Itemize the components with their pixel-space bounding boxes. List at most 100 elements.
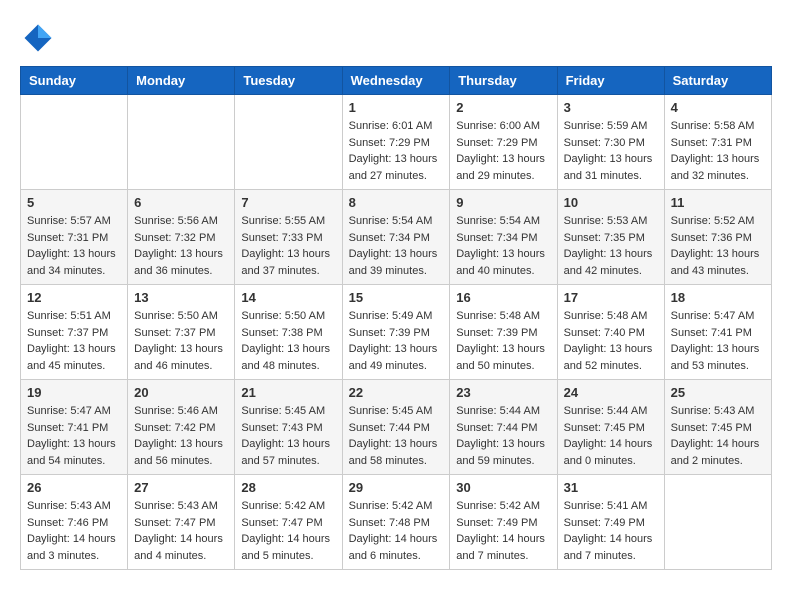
day-number: 2 [456,100,550,115]
cell-content: Sunrise: 5:47 AMSunset: 7:41 PMDaylight:… [27,403,121,469]
cell-content: Sunrise: 5:45 AMSunset: 7:43 PMDaylight:… [241,403,335,469]
day-number: 27 [134,480,228,495]
weekday-header: Sunday [21,67,128,95]
calendar-cell: 12Sunrise: 5:51 AMSunset: 7:37 PMDayligh… [21,285,128,380]
day-number: 16 [456,290,550,305]
page-header [20,20,772,56]
calendar-cell: 19 Sunrise: 5:47 AMSunset: 7:41 PMDayligh… [21,380,128,475]
logo [20,20,62,56]
day-number: 4 [671,100,765,115]
cell-content: Sunrise: 5:43 AMSunset: 7:45 PMDaylight:… [671,403,765,469]
calendar-cell: 23 Sunrise: 5:44 AMSunset: 7:44 PMDayligh… [450,380,557,475]
calendar-week-row: 12Sunrise: 5:51 AMSunset: 7:37 PMDayligh… [21,285,772,380]
calendar-cell: 28Sunrise: 5:42 AMSunset: 7:47 PMDayligh… [235,475,342,570]
calendar-cell [128,95,235,190]
weekday-header: Thursday [450,67,557,95]
day-number: 28 [241,480,335,495]
cell-content: Sunrise: 5:43 AMSunset: 7:46 PMDaylight:… [27,498,121,564]
calendar-cell: 11 Sunrise: 5:52 AMSunset: 7:36 PMDayligh… [664,190,771,285]
calendar-cell: 4 Sunrise: 5:58 AMSunset: 7:31 PMDaylight… [664,95,771,190]
day-number: 3 [564,100,658,115]
day-number: 5 [27,195,121,210]
cell-content: Sunrise: 5:58 AMSunset: 7:31 PMDaylight:… [671,118,765,184]
calendar-cell: 10 Sunrise: 5:53 AMSunset: 7:35 PMDayligh… [557,190,664,285]
day-number: 15 [349,290,444,305]
calendar-cell: 17 Sunrise: 5:48 AMSunset: 7:40 PMDayligh… [557,285,664,380]
day-number: 8 [349,195,444,210]
cell-content: Sunrise: 5:50 AMSunset: 7:37 PMDaylight:… [134,308,228,374]
day-number: 6 [134,195,228,210]
day-number: 12 [27,290,121,305]
weekday-header: Monday [128,67,235,95]
cell-content: Sunrise: 5:46 AMSunset: 7:42 PMDaylight:… [134,403,228,469]
calendar-cell: 9 Sunrise: 5:54 AMSunset: 7:34 PMDaylight… [450,190,557,285]
cell-content: Sunrise: 5:41 AMSunset: 7:49 PMDaylight:… [564,498,658,564]
cell-content: Sunrise: 5:48 AMSunset: 7:39 PMDaylight:… [456,308,550,374]
calendar-cell: 5Sunrise: 5:57 AMSunset: 7:31 PMDaylight… [21,190,128,285]
day-number: 30 [456,480,550,495]
calendar-cell: 21 Sunrise: 5:45 AMSunset: 7:43 PMDayligh… [235,380,342,475]
day-number: 11 [671,195,765,210]
calendar-cell: 2 Sunrise: 6:00 AMSunset: 7:29 PMDaylight… [450,95,557,190]
calendar-cell: 22 Sunrise: 5:45 AMSunset: 7:44 PMDayligh… [342,380,450,475]
cell-content: Sunrise: 5:52 AMSunset: 7:36 PMDaylight:… [671,213,765,279]
cell-content: Sunrise: 5:44 AMSunset: 7:44 PMDaylight:… [456,403,550,469]
weekday-header: Tuesday [235,67,342,95]
calendar-week-row: 1Sunrise: 6:01 AMSunset: 7:29 PMDaylight… [21,95,772,190]
day-number: 20 [134,385,228,400]
cell-content: Sunrise: 5:59 AMSunset: 7:30 PMDaylight:… [564,118,658,184]
day-number: 31 [564,480,658,495]
cell-content: Sunrise: 5:43 AMSunset: 7:47 PMDaylight:… [134,498,228,564]
day-number: 9 [456,195,550,210]
cell-content: Sunrise: 5:53 AMSunset: 7:35 PMDaylight:… [564,213,658,279]
day-number: 26 [27,480,121,495]
calendar-cell [235,95,342,190]
cell-content: Sunrise: 5:50 AMSunset: 7:38 PMDaylight:… [241,308,335,374]
calendar-week-row: 19 Sunrise: 5:47 AMSunset: 7:41 PMDayligh… [21,380,772,475]
cell-content: Sunrise: 5:48 AMSunset: 7:40 PMDaylight:… [564,308,658,374]
cell-content: Sunrise: 6:00 AMSunset: 7:29 PMDaylight:… [456,118,550,184]
calendar-cell: 7 Sunrise: 5:55 AMSunset: 7:33 PMDaylight… [235,190,342,285]
weekday-header: Saturday [664,67,771,95]
day-number: 25 [671,385,765,400]
calendar-cell: 1Sunrise: 6:01 AMSunset: 7:29 PMDaylight… [342,95,450,190]
calendar-week-row: 5Sunrise: 5:57 AMSunset: 7:31 PMDaylight… [21,190,772,285]
day-number: 29 [349,480,444,495]
calendar-cell: 29Sunrise: 5:42 AMSunset: 7:48 PMDayligh… [342,475,450,570]
day-number: 22 [349,385,444,400]
weekday-header: Friday [557,67,664,95]
cell-content: Sunrise: 5:55 AMSunset: 7:33 PMDaylight:… [241,213,335,279]
day-number: 24 [564,385,658,400]
day-number: 7 [241,195,335,210]
calendar-header-row: SundayMondayTuesdayWednesdayThursdayFrid… [21,67,772,95]
calendar-cell: 24 Sunrise: 5:44 AMSunset: 7:45 PMDayligh… [557,380,664,475]
cell-content: Sunrise: 5:54 AMSunset: 7:34 PMDaylight:… [349,213,444,279]
day-number: 1 [349,100,444,115]
day-number: 10 [564,195,658,210]
calendar-table: SundayMondayTuesdayWednesdayThursdayFrid… [20,66,772,570]
calendar-cell: 20 Sunrise: 5:46 AMSunset: 7:42 PMDayligh… [128,380,235,475]
weekday-header: Wednesday [342,67,450,95]
calendar-cell: 6Sunrise: 5:56 AMSunset: 7:32 PMDaylight… [128,190,235,285]
cell-content: Sunrise: 5:42 AMSunset: 7:49 PMDaylight:… [456,498,550,564]
calendar-cell [21,95,128,190]
day-number: 17 [564,290,658,305]
calendar-cell: 25 Sunrise: 5:43 AMSunset: 7:45 PMDayligh… [664,380,771,475]
day-number: 21 [241,385,335,400]
day-number: 13 [134,290,228,305]
calendar-cell: 8 Sunrise: 5:54 AMSunset: 7:34 PMDaylight… [342,190,450,285]
calendar-cell: 30 Sunrise: 5:42 AMSunset: 7:49 PMDayligh… [450,475,557,570]
cell-content: Sunrise: 5:54 AMSunset: 7:34 PMDaylight:… [456,213,550,279]
calendar-cell: 26 Sunrise: 5:43 AMSunset: 7:46 PMDayligh… [21,475,128,570]
day-number: 14 [241,290,335,305]
calendar-cell: 15 Sunrise: 5:49 AMSunset: 7:39 PMDayligh… [342,285,450,380]
calendar-cell: 27 Sunrise: 5:43 AMSunset: 7:47 PMDayligh… [128,475,235,570]
calendar-cell: 16 Sunrise: 5:48 AMSunset: 7:39 PMDayligh… [450,285,557,380]
day-number: 19 [27,385,121,400]
cell-content: Sunrise: 5:49 AMSunset: 7:39 PMDaylight:… [349,308,444,374]
calendar-cell: 18Sunrise: 5:47 AMSunset: 7:41 PMDayligh… [664,285,771,380]
cell-content: Sunrise: 5:47 AMSunset: 7:41 PMDaylight:… [671,308,765,374]
cell-content: Sunrise: 5:44 AMSunset: 7:45 PMDaylight:… [564,403,658,469]
day-number: 23 [456,385,550,400]
cell-content: Sunrise: 5:45 AMSunset: 7:44 PMDaylight:… [349,403,444,469]
